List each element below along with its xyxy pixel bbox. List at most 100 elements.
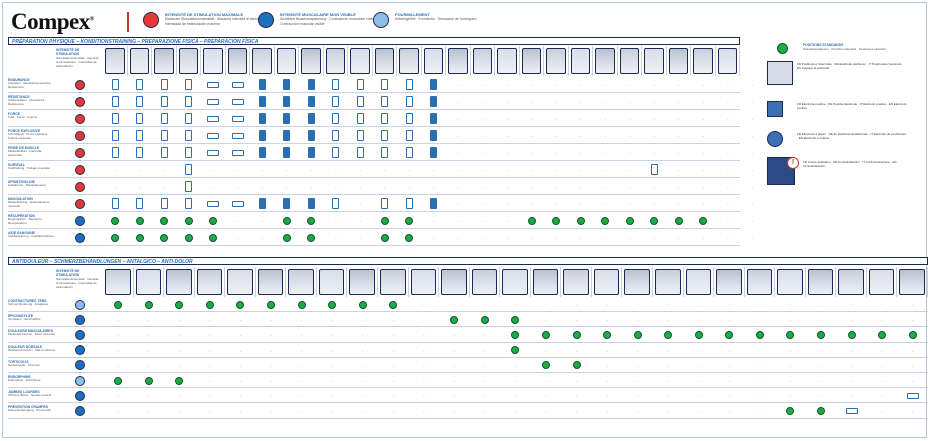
electrode-placement-icon	[381, 113, 389, 124]
body-position-icon	[196, 269, 223, 295]
table-cell	[836, 327, 867, 342]
table-cell	[201, 212, 226, 229]
section-physical-prep-title: PRÉPARATION PHYSIQUE – KONDITIONSTRAININ…	[8, 37, 740, 45]
body-position-icon	[502, 269, 528, 295]
table-cell: -	[604, 133, 606, 138]
program-translation: Schmerzlinderung · Analgesia	[8, 302, 48, 306]
position-figure-cell	[164, 267, 195, 297]
table-cell: -	[629, 201, 631, 206]
table-row: PRÉVENTION CRAMPES Krampfvorbeugung · Pre…	[8, 403, 928, 419]
cable-electrode-icon	[845, 407, 858, 414]
green-dot-icon	[511, 346, 520, 355]
table-cell: -	[114, 167, 116, 172]
table-cell: -	[637, 317, 639, 323]
table-cell: -	[580, 150, 582, 155]
table-row: TORTICOLIS Nackensteife · Torcicolo - - - - - -…	[8, 358, 928, 373]
body-position-icon	[227, 269, 253, 295]
body-figure-icon	[258, 79, 266, 90]
electrode-placement-icon	[111, 96, 119, 107]
table-cell: -	[408, 167, 410, 172]
position-figure-cell	[256, 267, 287, 297]
table-cell: -	[270, 362, 272, 368]
green-dot-icon	[664, 330, 673, 339]
electrode-placement-icon	[381, 147, 389, 158]
table-row: ENDORPHINE Endorphine · Endorfinas - - - - - - -…	[8, 373, 928, 389]
table-cell: -	[239, 332, 242, 338]
table-cell	[250, 110, 275, 127]
table-cell: -	[209, 332, 211, 338]
foot-electrode-icon	[231, 81, 244, 88]
table-cell: -	[392, 332, 394, 338]
table-cell	[317, 297, 348, 312]
table-cell: -	[751, 235, 753, 240]
table-cell	[177, 178, 202, 195]
table-cell: -	[881, 378, 883, 384]
table-cell: -	[698, 347, 700, 353]
table-cell	[422, 195, 447, 212]
table-cell: -	[362, 393, 364, 399]
table-cell	[177, 76, 202, 93]
table-cell: -	[484, 347, 486, 353]
table-cell	[373, 76, 398, 93]
table-cell	[836, 403, 867, 418]
body-position-icon	[410, 269, 437, 295]
table-cell: -	[384, 167, 386, 172]
table-cell: -	[727, 150, 729, 155]
table-cell: -	[629, 184, 631, 189]
table-cell	[226, 144, 251, 161]
green-dot-icon	[674, 216, 683, 225]
table-cell	[569, 212, 594, 229]
green-dot-icon	[878, 330, 887, 339]
green-dot-icon	[405, 233, 414, 242]
body-position-icon	[717, 48, 737, 74]
electrode-note: FR Électrode positive · DE Positive Elek…	[797, 102, 907, 110]
position-figure-cell	[286, 267, 317, 297]
table-cell: -	[261, 184, 263, 189]
table-cell	[324, 110, 349, 127]
green-dot-icon	[572, 361, 581, 370]
table-cell: -	[702, 184, 704, 189]
electrode-placement-icon	[160, 130, 168, 141]
table-cell: -	[545, 317, 547, 323]
table-cell: -	[702, 167, 704, 172]
table-cell: -	[580, 116, 582, 121]
table-cell: -	[727, 167, 729, 172]
body-position-icon	[624, 269, 650, 295]
table-cell	[177, 144, 202, 161]
table-cell: -	[653, 150, 655, 155]
table-cell	[103, 373, 134, 388]
body-figure-icon	[430, 147, 438, 158]
table-cell: -	[629, 133, 631, 138]
table-row: DOULEURS MUSCULAIRES Muskelschmerzen · Do…	[8, 327, 928, 343]
foot-electrode-icon	[207, 149, 220, 156]
table-cell: -	[506, 218, 508, 223]
table-cell	[226, 127, 251, 144]
table-cell: -	[392, 393, 394, 399]
table-cell: -	[148, 408, 150, 414]
table-cell: -	[270, 347, 272, 353]
body-figure-icon	[258, 198, 266, 209]
electrode-placement-icon	[136, 198, 144, 209]
table-cell	[397, 76, 422, 93]
position-figure-cell	[745, 267, 776, 297]
electrode-placement-icon	[185, 181, 193, 192]
table-row: CONTRACTURES TENS Schmerzlinderung · Anal…	[8, 297, 928, 313]
table-cell: -	[575, 302, 578, 308]
program-translation: Aufwärmen · Riscaldamento	[8, 183, 46, 187]
table-cell	[897, 327, 928, 342]
body-position-icon	[252, 48, 272, 74]
position-figure-cell	[378, 267, 409, 297]
row-label: RÉCUPÉRATION Regeneration · Recupero · Re…	[8, 214, 56, 225]
body-figure-icon	[430, 113, 438, 124]
foot-electrode-icon	[231, 149, 244, 156]
table-cell	[622, 327, 653, 342]
table-cell	[177, 110, 202, 127]
position-figure-cell	[317, 267, 348, 297]
table-cell: -	[789, 317, 792, 323]
table-cell: -	[148, 393, 150, 399]
program-translation: Endorphine · Endorfinas	[8, 378, 41, 382]
table-cell: -	[604, 82, 606, 87]
electrode-placement-icon	[185, 198, 193, 209]
table-cell	[177, 161, 202, 178]
table-cell: -	[506, 167, 508, 172]
